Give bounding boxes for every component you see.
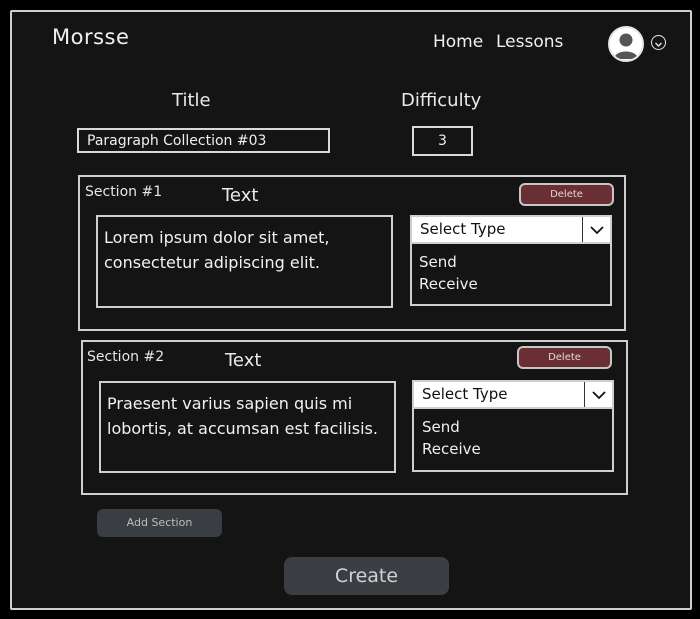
- user-avatar-icon[interactable]: [608, 26, 644, 62]
- title-label: Title: [172, 90, 211, 111]
- nav-home-link[interactable]: Home: [433, 32, 483, 52]
- type-option-send[interactable]: Send: [419, 253, 457, 271]
- type-select-placeholder: Select Type: [422, 385, 508, 403]
- delete-section-button[interactable]: Delete: [519, 183, 614, 206]
- type-option-receive[interactable]: Receive: [419, 275, 478, 293]
- chevron-down-icon[interactable]: [584, 382, 612, 407]
- difficulty-label: Difficulty: [401, 90, 482, 111]
- app-logo: Morsse: [52, 25, 130, 49]
- delete-section-button[interactable]: Delete: [517, 346, 612, 369]
- type-select-placeholder: Select Type: [420, 220, 506, 238]
- add-section-button[interactable]: Add Section: [97, 509, 222, 537]
- type-select[interactable]: Select Type: [412, 380, 614, 409]
- section-number-label: Section #1: [85, 184, 163, 200]
- title-input[interactable]: [77, 128, 330, 153]
- section-text-area[interactable]: Praesent varius sapien quis mi lobortis,…: [99, 381, 396, 473]
- section-text-area[interactable]: Lorem ipsum dolor sit amet, consectetur …: [96, 215, 393, 308]
- account-menu-chevron-icon[interactable]: [651, 35, 666, 50]
- section-text-label: Text: [225, 350, 262, 371]
- create-button[interactable]: Create: [284, 557, 449, 595]
- type-select[interactable]: Select Type: [410, 215, 612, 244]
- section-number-label: Section #2: [87, 349, 165, 365]
- type-option-receive[interactable]: Receive: [422, 440, 481, 458]
- difficulty-input[interactable]: [412, 126, 473, 156]
- section-text-label: Text: [222, 185, 259, 206]
- type-option-send[interactable]: Send: [422, 418, 460, 436]
- nav-lessons-link[interactable]: Lessons: [496, 32, 563, 52]
- chevron-down-icon[interactable]: [582, 217, 610, 242]
